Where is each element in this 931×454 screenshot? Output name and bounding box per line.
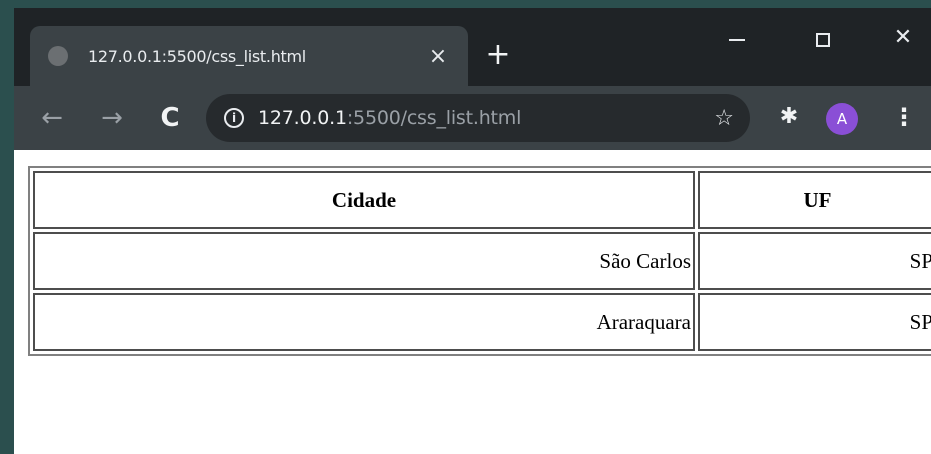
header-uf: UF — [698, 171, 931, 229]
window-close-button[interactable]: ✕ — [878, 20, 928, 56]
url-text[interactable]: 127.0.0.1:5500/css_list.html — [258, 107, 714, 129]
address-bar[interactable]: i 127.0.0.1:5500/css_list.html ☆ — [206, 94, 750, 142]
cities-table: Cidade UF São Carlos SP Araraquara SP — [28, 166, 931, 356]
minimize-button[interactable] — [712, 20, 762, 56]
browser-tab[interactable]: 127.0.0.1:5500/css_list.html × — [30, 26, 468, 86]
browser-toolbar: ← → C i 127.0.0.1:5500/css_list.html ☆ ✱… — [14, 86, 931, 150]
globe-icon — [48, 46, 68, 66]
url-host: 127.0.0.1 — [258, 107, 347, 129]
cell-cidade: São Carlos — [33, 232, 695, 290]
info-icon[interactable]: i — [224, 108, 244, 128]
forward-arrow-icon[interactable]: → — [94, 100, 130, 136]
kebab-menu-icon[interactable]: ⋮ — [892, 102, 916, 132]
table-row: Araraquara SP — [33, 293, 931, 351]
bookmark-star-icon[interactable]: ☆ — [714, 106, 734, 131]
tab-close-icon[interactable]: × — [426, 44, 450, 69]
table-row: São Carlos SP — [33, 232, 931, 290]
page-content: Cidade UF São Carlos SP Araraquara SP — [14, 150, 931, 454]
tab-title: 127.0.0.1:5500/css_list.html — [88, 46, 306, 66]
reload-icon[interactable]: C — [152, 100, 188, 136]
cell-cidade: Araraquara — [33, 293, 695, 351]
title-bar: 127.0.0.1:5500/css_list.html × + ✕ — [14, 8, 931, 86]
profile-avatar[interactable]: A — [826, 103, 858, 135]
extensions-puzzle-icon[interactable]: ✱ — [774, 102, 804, 132]
new-tab-button[interactable]: + — [480, 38, 516, 74]
browser-window: 127.0.0.1:5500/css_list.html × + ✕ ← → C… — [14, 8, 931, 454]
table-header-row: Cidade UF — [33, 171, 931, 229]
maximize-icon — [816, 32, 830, 47]
url-path: :5500/css_list.html — [346, 107, 522, 129]
cell-uf: SP — [698, 293, 931, 351]
minimize-icon — [729, 38, 745, 41]
back-arrow-icon[interactable]: ← — [34, 100, 70, 136]
cell-uf: SP — [698, 232, 931, 290]
header-cidade: Cidade — [33, 171, 695, 229]
maximize-button[interactable] — [798, 20, 848, 56]
